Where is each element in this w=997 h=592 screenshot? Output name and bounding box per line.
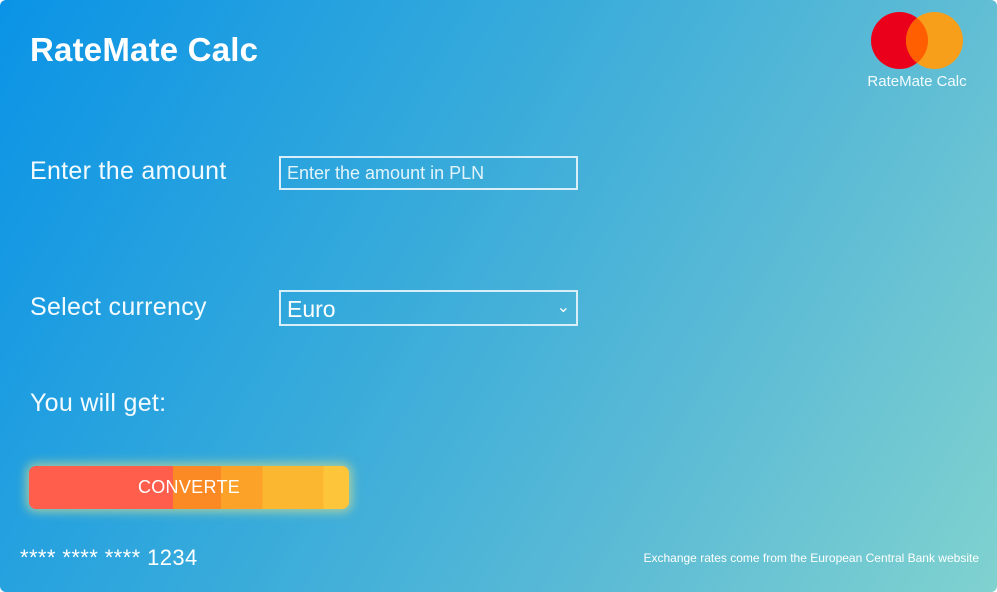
result-label: You will get: [30, 389, 167, 417]
currency-selected-value: Euro [287, 296, 336, 322]
amount-label: Enter the amount [30, 157, 227, 185]
app-title: RateMate Calc [30, 31, 259, 68]
currency-label: Select currency [30, 293, 207, 321]
amount-input[interactable] [279, 156, 578, 190]
card-number: **** **** **** 1234 [20, 545, 198, 570]
convert-button-label: CONVERTE [137, 477, 241, 497]
converter-card: RateMate Calc RateMate Calc Enter the am… [0, 0, 997, 592]
logo-caption: RateMate Calc [867, 73, 967, 90]
exchange-rate-source-note: Exchange rates come from the European Ce… [643, 551, 979, 565]
brand-logo: RateMate Calc [862, 12, 972, 92]
logo-circles-icon [871, 12, 963, 70]
convert-button[interactable]: CONVERTE [29, 466, 349, 509]
logo-overlap [906, 12, 928, 69]
currency-select[interactable]: Euro ⌄ [279, 290, 578, 326]
chevron-down-icon: ⌄ [556, 299, 570, 316]
